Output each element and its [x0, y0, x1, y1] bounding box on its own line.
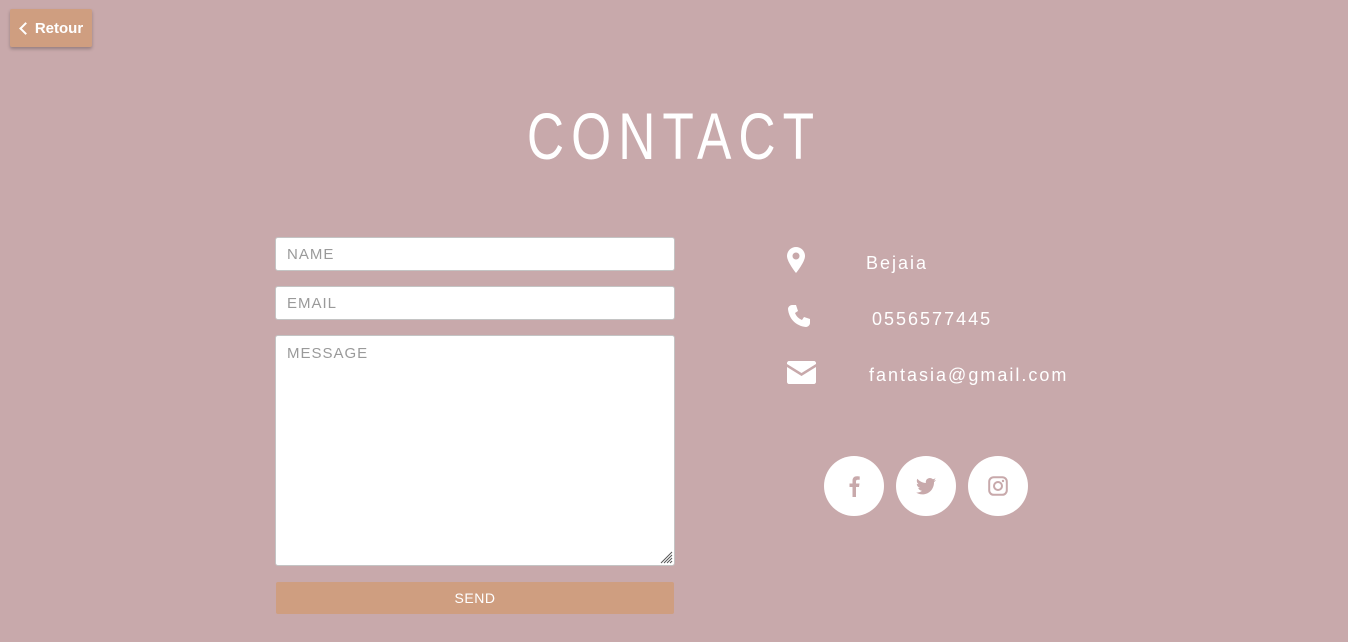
facebook-icon [849, 476, 860, 497]
back-button-label: Retour [34, 19, 84, 37]
chevron-left-icon [18, 21, 32, 35]
name-input[interactable] [275, 237, 675, 271]
send-button[interactable]: SEND [276, 582, 674, 614]
facebook-button[interactable] [824, 456, 884, 516]
back-button[interactable]: Retour [10, 9, 92, 47]
phone-text: 0556577445 [872, 309, 993, 329]
resize-grip-icon[interactable] [657, 548, 673, 564]
email-text: fantasia@gmail.com [869, 365, 1069, 385]
instagram-icon [988, 476, 1008, 496]
page-title: CONTACT [526, 99, 822, 173]
email-input[interactable] [275, 286, 675, 320]
twitter-icon [916, 477, 936, 494]
twitter-button[interactable] [896, 456, 956, 516]
phone-icon [788, 305, 810, 327]
envelope-icon [787, 361, 816, 384]
instagram-button[interactable] [968, 456, 1028, 516]
location-text: Bejaia [866, 253, 929, 273]
map-marker-icon [787, 247, 805, 273]
message-textarea[interactable] [275, 335, 675, 566]
